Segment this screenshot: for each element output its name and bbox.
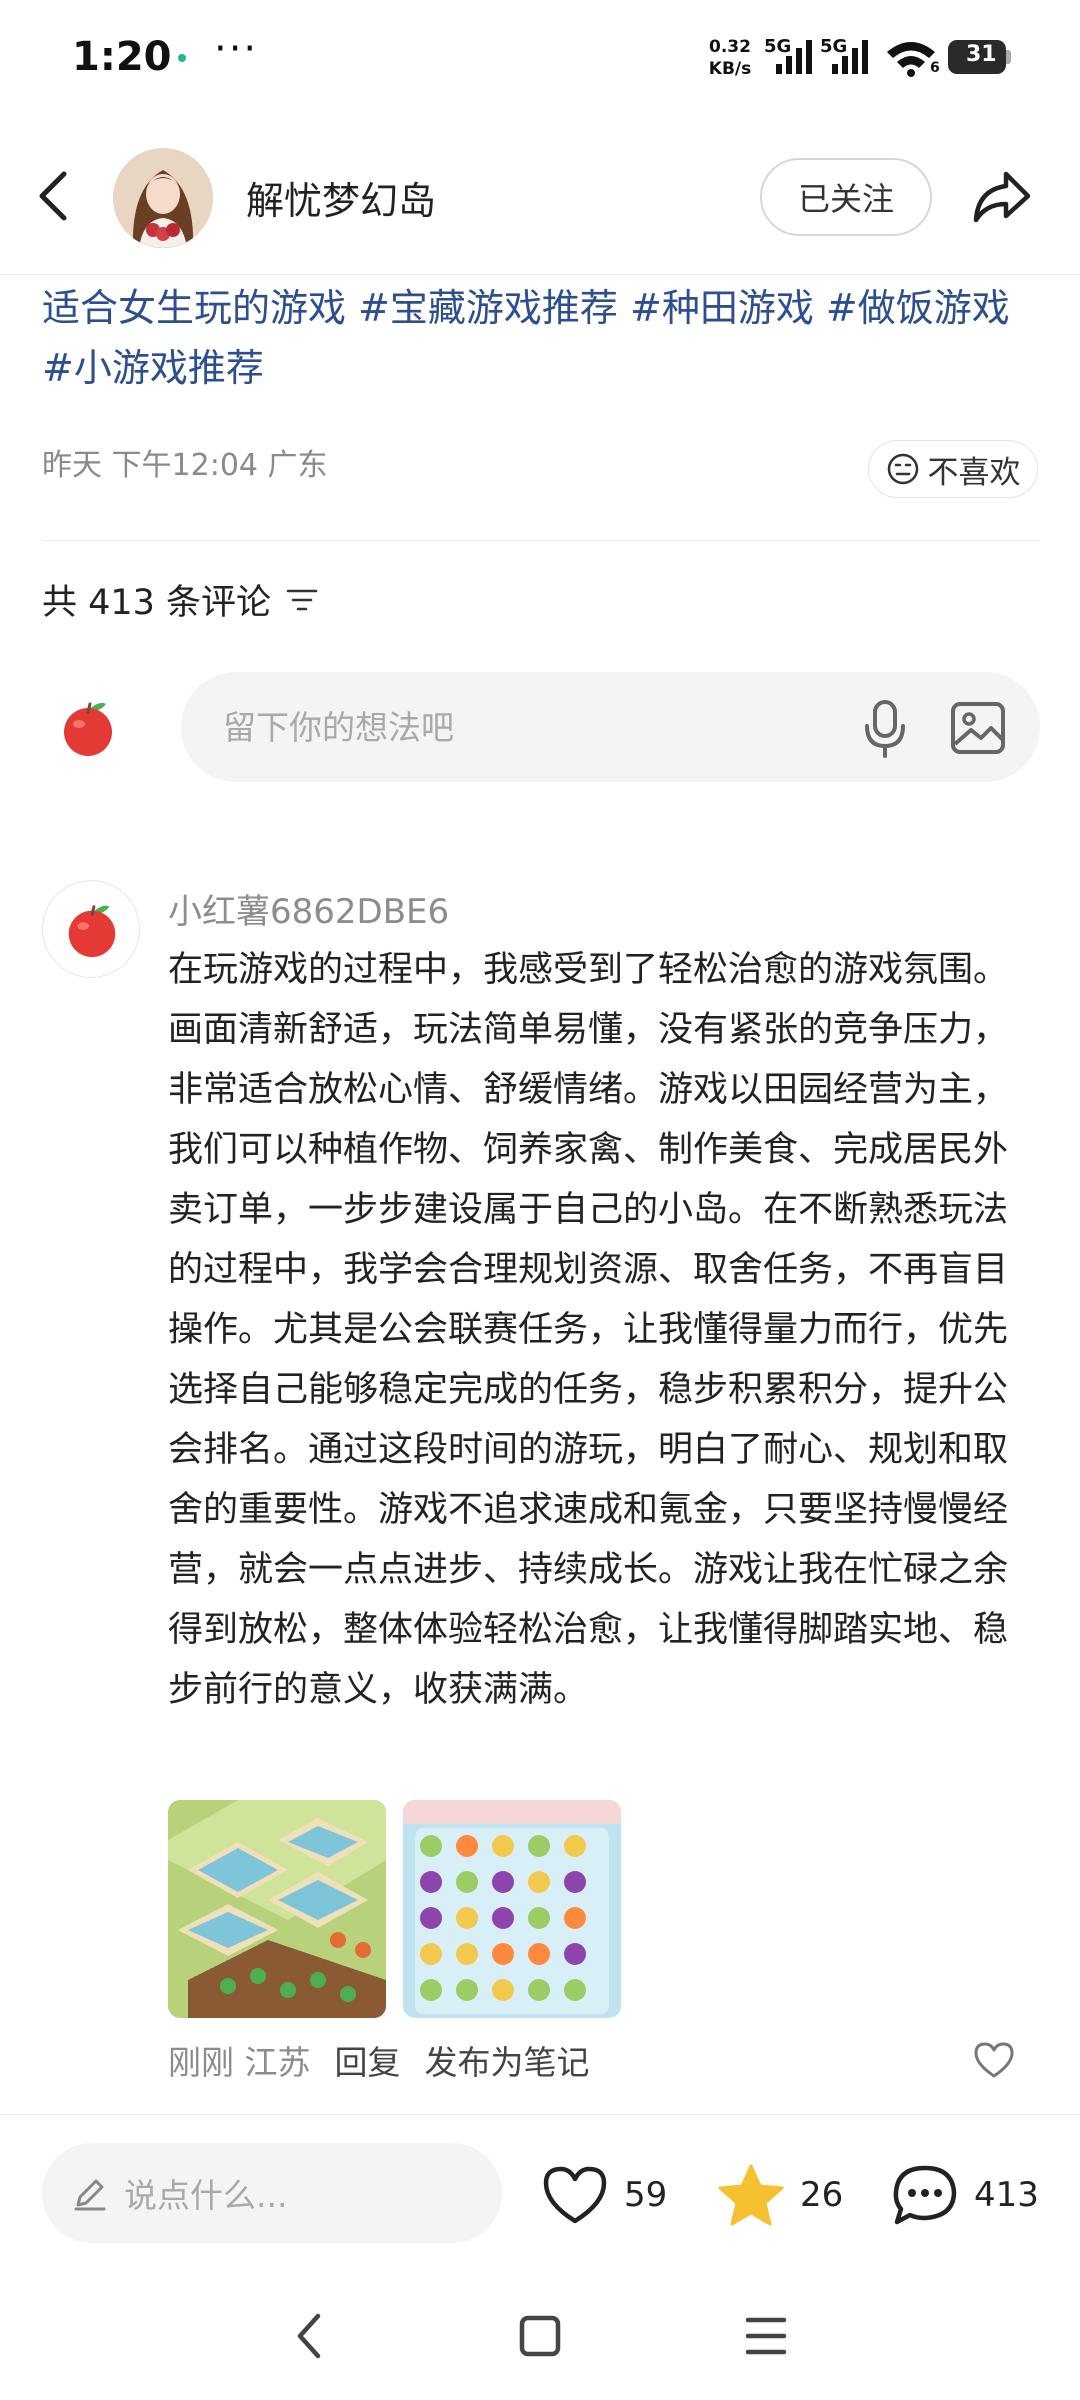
share-icon (973, 171, 1031, 223)
post-tags[interactable]: 适合女生玩的游戏 #宝藏游戏推荐 #种田游戏 #做饭游戏 #小游戏推荐 (42, 278, 1042, 398)
post-time-location: 昨天 下午12:04 广东 (42, 448, 328, 483)
apple-icon (68, 905, 116, 958)
wifi-label: 6 (930, 60, 940, 76)
like-button[interactable]: 59 (540, 2160, 667, 2230)
follow-button[interactable]: 已关注 (760, 158, 932, 236)
say-something-input[interactable]: 说点什么... (42, 2143, 502, 2243)
comment-text: 在玩游戏的过程中，我感受到了轻松治愈的游戏氛围。画面清新舒适，玩法简单易懂，没有… (168, 950, 1009, 1710)
comment-total-count: 413 (974, 2175, 1039, 2215)
status-more-icon: ··· (214, 26, 259, 72)
pencil-icon (74, 2179, 106, 2211)
comment-image-farm[interactable] (168, 1800, 386, 2018)
say-something-placeholder: 说点什么... (124, 2176, 288, 2215)
favorite-count: 26 (800, 2175, 844, 2215)
comment-image-match-game[interactable] (403, 1800, 621, 2018)
image-icon (951, 702, 1005, 754)
battery-level: 31 (966, 42, 997, 67)
comment-like-button[interactable] (972, 2040, 1016, 2080)
commenter-username[interactable]: 小红薯6862DBE6 (168, 884, 449, 933)
nav-menu-button[interactable] (744, 2310, 788, 2366)
battery-tip (1006, 50, 1011, 64)
divider (42, 540, 1040, 541)
network-speed-value: 0.32 (709, 37, 751, 57)
dislike-label: 不喜欢 (927, 454, 1021, 491)
notification-dot-icon (178, 54, 186, 62)
publish-as-note-button[interactable]: 发布为笔记 (425, 2036, 590, 2084)
chat-bubble-icon (893, 2165, 957, 2225)
my-avatar-apple-icon[interactable] (56, 694, 120, 758)
nav-home-icon (519, 2315, 561, 2357)
comment-input[interactable] (223, 694, 783, 760)
nav-home-button[interactable] (518, 2310, 562, 2366)
back-button[interactable] (30, 166, 80, 226)
comment-time-location: 刚刚 江苏 (168, 2043, 311, 2082)
author-avatar[interactable] (113, 148, 213, 248)
battery-icon: 31 (948, 40, 1006, 74)
network-speed-unit: KB/s (708, 59, 752, 79)
comment-input-box[interactable] (181, 672, 1040, 782)
author-name[interactable]: 解忧梦幻岛 (246, 170, 436, 225)
commenter-avatar[interactable] (42, 880, 140, 978)
reply-button[interactable]: 回复 (335, 2036, 401, 2084)
comment-button[interactable]: 413 (890, 2160, 1039, 2230)
system-nav-bar (0, 2280, 1080, 2400)
favorite-button[interactable]: 26 (716, 2160, 843, 2230)
star-filled-icon (718, 2164, 784, 2226)
nav-menu-icon (745, 2317, 787, 2355)
comment-count: 共 413 条评论 (42, 583, 272, 623)
comment-footer: 刚刚 江苏 回复 发布为笔记 (168, 2036, 590, 2084)
heart-outline-icon (543, 2166, 607, 2224)
post-header: 解忧梦幻岛 已关注 (0, 120, 1080, 275)
nav-back-button[interactable] (290, 2310, 330, 2366)
voice-input-button[interactable] (857, 698, 913, 758)
like-count: 59 (624, 2175, 668, 2215)
status-bar: 1:20 ··· 0.32 KB/s 5G 5G 6 31 (0, 0, 1080, 120)
neutral-face-icon (887, 453, 918, 485)
share-button[interactable] (968, 164, 1034, 230)
chevron-left-icon (39, 171, 67, 221)
nav-back-icon (297, 2313, 321, 2359)
dislike-button[interactable]: 不喜欢 (868, 440, 1038, 498)
comment-count-sort[interactable]: 共 413 条评论 (42, 574, 319, 625)
network-speed: 0.32 KB/s (704, 36, 756, 80)
image-upload-button[interactable] (949, 700, 1007, 756)
microphone-icon (865, 700, 905, 758)
status-time: 1:20 (72, 34, 172, 80)
heart-outline-icon (974, 2042, 1014, 2078)
bottom-divider (0, 2114, 1080, 2115)
sort-icon[interactable] (285, 585, 319, 615)
